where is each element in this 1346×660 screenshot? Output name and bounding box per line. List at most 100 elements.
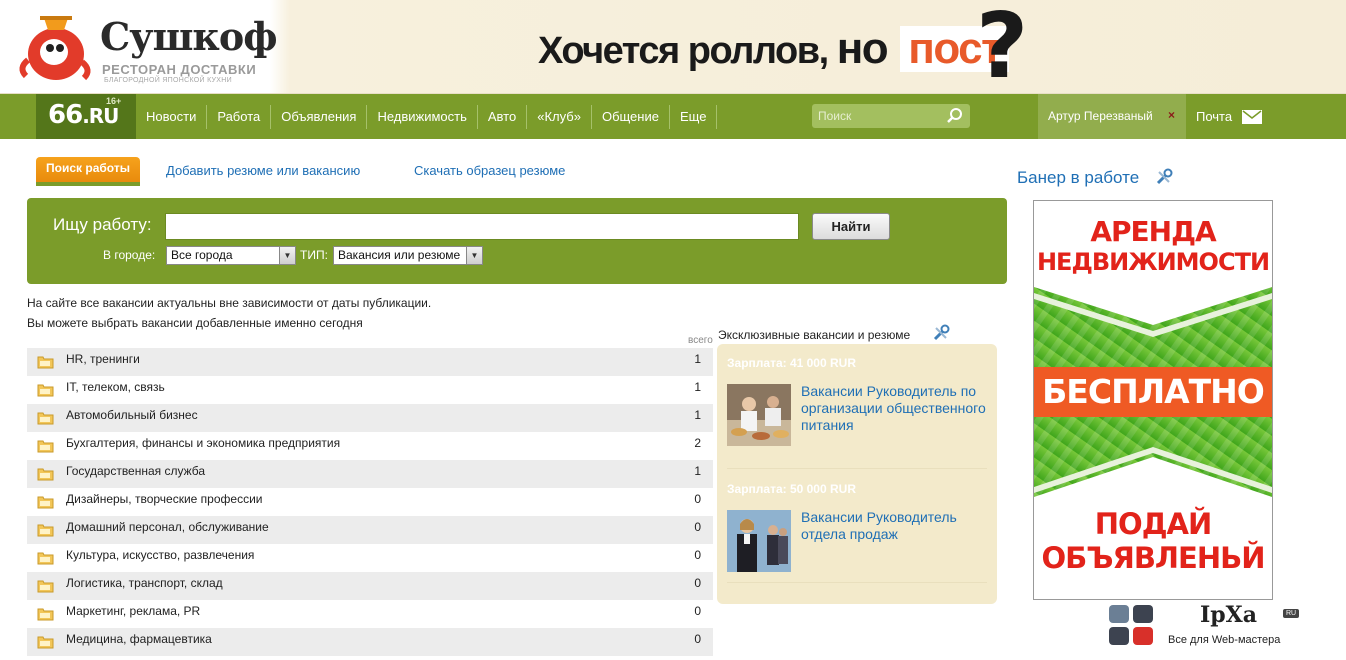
tools-icon[interactable] (1155, 168, 1173, 186)
info-text-2: Вы можете выбрать вакансии добавленные и… (27, 316, 363, 330)
tools-icon[interactable] (932, 324, 950, 342)
add-resume-link[interactable]: Добавить резюме или вакансию (166, 163, 360, 178)
folder-icon (37, 468, 54, 481)
category-count: 0 (694, 604, 701, 618)
list-item[interactable]: Государственная служба 1 (27, 460, 713, 488)
folder-icon (37, 580, 54, 593)
category-count: 0 (694, 492, 701, 506)
nav-search-input[interactable] (818, 107, 942, 125)
vacancy-photo[interactable] (727, 384, 791, 446)
city-select-value: Все города (171, 248, 233, 262)
category-name[interactable]: Логистика, транспорт, склад (66, 576, 223, 590)
vacancy-link[interactable]: Вакансии Руководитель по организации общ… (801, 383, 991, 434)
nav-search-box (812, 104, 970, 128)
logout-icon[interactable]: × (1168, 108, 1175, 122)
folder-icon (37, 496, 54, 509)
type-select[interactable]: Вакансия или резюме ▼ (333, 246, 483, 265)
logo-name: Сушкоф (100, 14, 277, 59)
side-ad-banner[interactable]: АРЕНДА НЕДВИЖИМОСТИ БЕСПЛАТНО ПОДАЙ ОБЪЯ… (1033, 200, 1273, 600)
category-count: 0 (694, 548, 701, 562)
list-item[interactable]: Культура, искусство, развлечения 0 (27, 544, 713, 572)
nav-item-realty[interactable]: Недвижимость (367, 104, 478, 129)
job-search-panel: Ищу работу: Найти В городе: Все города ▼… (27, 198, 1007, 284)
total-column-label: всего (688, 335, 713, 346)
watermark-domain: RU (1283, 609, 1300, 618)
type-label: ТИП: (300, 248, 328, 262)
chevron-down-icon: ▼ (279, 247, 295, 264)
list-item[interactable]: Дизайнеры, творческие профессии 0 (27, 488, 713, 516)
folder-icon (37, 524, 54, 537)
user-name[interactable]: Артур Перезваный (1048, 109, 1153, 123)
top-ad-banner[interactable]: Сушкоф РЕСТОРАН ДОСТАВКИ БЛАГОРОДНОЙ ЯПО… (0, 0, 1346, 94)
type-select-value: Вакансия или резюме (338, 248, 461, 262)
search-icon[interactable] (946, 107, 964, 125)
list-item[interactable]: HR, тренинги 1 (27, 348, 713, 376)
mail-link[interactable]: Почта (1196, 109, 1232, 124)
category-count: 2 (694, 436, 701, 450)
chevron-down-icon: ▼ (466, 247, 482, 264)
find-button[interactable]: Найти (812, 213, 890, 240)
watermark-subtitle: Все для Web-мастера (1168, 634, 1281, 646)
logo-tagline: РЕСТОРАН ДОСТАВКИ (102, 62, 257, 77)
category-count: 1 (694, 380, 701, 394)
folder-icon (37, 440, 54, 453)
category-name[interactable]: Бухгалтерия, финансы и экономика предпри… (66, 436, 340, 450)
tab-job-search[interactable]: Поиск работы (36, 157, 140, 186)
folder-icon (37, 356, 54, 369)
user-menu[interactable]: Артур Перезваный × (1038, 94, 1186, 139)
logo-subtagline: БЛАГОРОДНОЙ ЯПОНСКОЙ КУХНИ (104, 77, 232, 84)
age-rating: 16+ (106, 96, 122, 106)
city-select[interactable]: Все города ▼ (166, 246, 296, 265)
nav-item-jobs[interactable]: Работа (207, 104, 272, 129)
category-count: 1 (694, 464, 701, 478)
list-item[interactable]: Логистика, транспорт, склад 0 (27, 572, 713, 600)
category-count: 0 (694, 576, 701, 590)
nav-item-auto[interactable]: Авто (478, 104, 528, 129)
list-item[interactable]: Автомобильный бизнес 1 (27, 404, 713, 432)
list-item[interactable]: Медицина, фармацевтика 0 (27, 628, 713, 656)
banner-slogan: Хочется роллов, но пост (538, 24, 1010, 74)
category-name[interactable]: Государственная служба (66, 464, 205, 478)
category-name[interactable]: HR, тренинги (66, 352, 140, 366)
folder-icon (37, 552, 54, 565)
list-item[interactable]: Маркетинг, реклама, PR 0 (27, 600, 713, 628)
category-name[interactable]: Маркетинг, реклама, PR (66, 604, 200, 618)
category-name[interactable]: Культура, искусство, развлечения (66, 548, 254, 562)
category-count: 1 (694, 408, 701, 422)
category-count: 0 (694, 632, 701, 646)
exclusive-panel: Зарплата: 41 000 RUR Вакансии Руководите… (717, 344, 997, 604)
sushkof-logo[interactable]: Сушкоф РЕСТОРАН ДОСТАВКИ БЛАГОРОДНОЙ ЯПО… (14, 10, 277, 86)
folder-icon (37, 608, 54, 621)
list-item[interactable]: IT, телеком, связь 1 (27, 376, 713, 404)
nav-item-social[interactable]: Общение (592, 104, 670, 129)
category-name[interactable]: Дизайнеры, творческие профессии (66, 492, 262, 506)
question-mark: ? (976, 0, 1029, 99)
vacancy-link[interactable]: Вакансии Руководитель отдела продаж (801, 509, 991, 543)
watermark-name: IpXa (1200, 602, 1257, 628)
nav-menu: Новости Работа Объявления Недвижимость А… (136, 94, 718, 139)
exclusive-title: Эксклюзивные вакансии и резюме (718, 328, 911, 342)
job-search-input[interactable] (165, 213, 799, 240)
vacancy-photo[interactable] (727, 510, 791, 572)
nav-item-ads[interactable]: Объявления (271, 104, 368, 129)
folder-icon (37, 384, 54, 397)
divider (727, 468, 987, 469)
ad-free-label: БЕСПЛАТНО (1034, 367, 1272, 417)
mascot-icon (19, 16, 91, 81)
ad-headline: АРЕНДА НЕДВИЖИМОСТИ (1036, 215, 1270, 277)
category-name[interactable]: Автомобильный бизнес (66, 408, 198, 422)
category-count: 1 (694, 352, 701, 366)
category-name[interactable]: Медицина, фармацевтика (66, 632, 212, 646)
ad-cta: ПОДАЙ ОБЪЯВЛЕНЬЙ (1041, 507, 1266, 575)
category-name[interactable]: Домашний персонал, обслуживание (66, 520, 269, 534)
divider (727, 582, 987, 583)
mail-icon[interactable] (1242, 110, 1262, 124)
nav-item-news[interactable]: Новости (136, 104, 208, 129)
nav-item-club[interactable]: «Клуб» (527, 104, 592, 129)
site-logo[interactable]: 66.RU 16+ (36, 94, 136, 139)
list-item[interactable]: Бухгалтерия, финансы и экономика предпри… (27, 432, 713, 460)
list-item[interactable]: Домашний персонал, обслуживание 0 (27, 516, 713, 544)
download-resume-link[interactable]: Скачать образец резюме (414, 163, 565, 178)
nav-item-more[interactable]: Еще (670, 104, 718, 129)
category-name[interactable]: IT, телеком, связь (66, 380, 165, 394)
